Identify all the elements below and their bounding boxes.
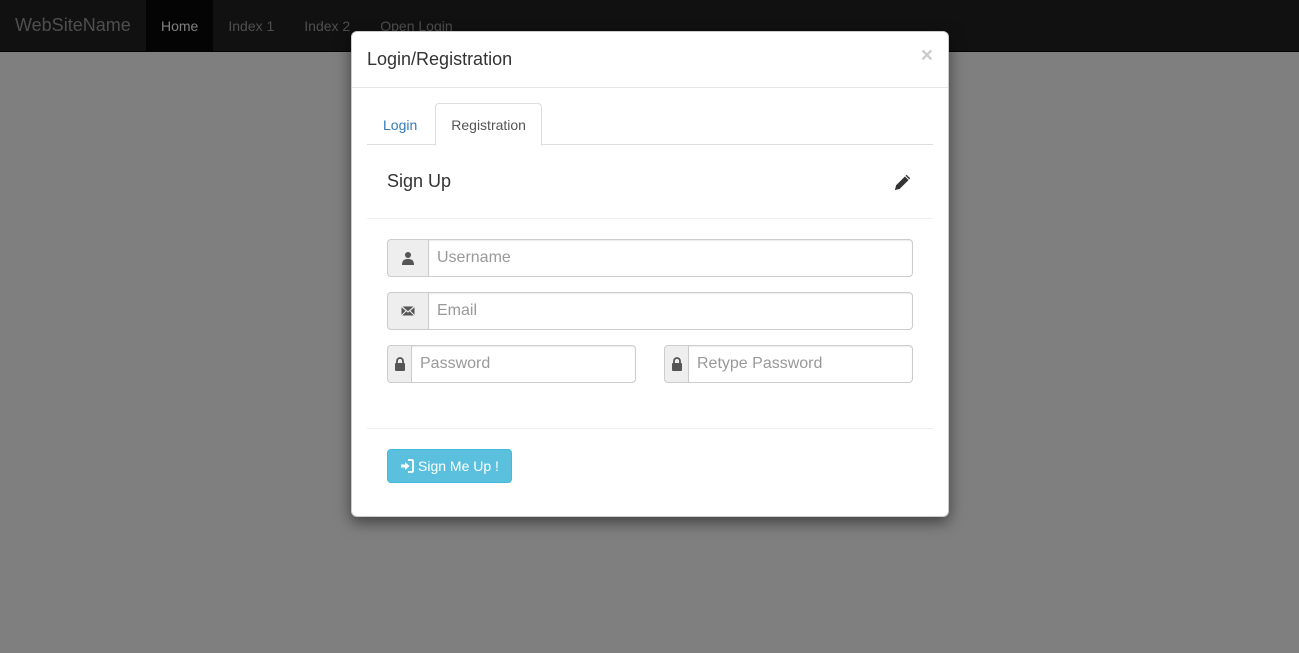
modal-body: Login Registration Sign Up Username Emai… xyxy=(352,88,948,518)
lock-icon xyxy=(387,345,411,383)
tab-registration[interactable]: Registration xyxy=(435,103,542,146)
email-input[interactable] xyxy=(428,292,913,330)
email-group xyxy=(387,292,913,330)
sign-up-button[interactable]: Sign Me Up ! xyxy=(387,449,512,483)
username-group xyxy=(387,239,913,277)
panel-title: Sign Up xyxy=(387,171,452,191)
tab-login[interactable]: Login xyxy=(367,103,433,145)
signup-form xyxy=(367,219,933,398)
retype-password-input[interactable] xyxy=(688,345,913,383)
password-group xyxy=(387,345,636,383)
sign-up-button-label: Sign Me Up ! xyxy=(418,458,499,474)
password-row xyxy=(387,345,913,398)
panel-footer: Sign Me Up ! xyxy=(367,429,933,503)
retype-password-group xyxy=(664,345,913,383)
tab-bar: Login Registration xyxy=(367,103,933,146)
user-icon xyxy=(387,239,428,277)
lock-icon xyxy=(664,345,688,383)
envelope-icon xyxy=(387,292,428,330)
password-input[interactable] xyxy=(411,345,636,383)
login-registration-modal: Login/Registration × Login Registration … xyxy=(351,31,949,517)
pencil-icon xyxy=(895,174,911,190)
close-button[interactable]: × xyxy=(921,44,933,68)
username-input[interactable] xyxy=(428,239,913,277)
modal-title: Login/Registration xyxy=(367,49,513,69)
log-in-icon xyxy=(401,459,414,473)
modal-header: Login/Registration × xyxy=(352,32,948,88)
panel-heading: Sign Up xyxy=(367,145,933,219)
